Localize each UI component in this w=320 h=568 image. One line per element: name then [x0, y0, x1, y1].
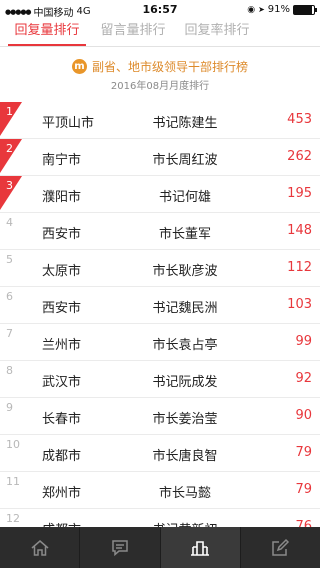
nav-home[interactable] [0, 527, 81, 568]
status-bar: ●●●●● 中国移动 4G 16:57 ◉ ➤ 91% [0, 0, 320, 20]
reply-count: 453 [287, 112, 312, 127]
lock-rotation-icon: ◉ [247, 4, 256, 15]
rank-number: 2 [6, 142, 13, 155]
rank-number: 11 [6, 475, 20, 488]
reply-count: 90 [295, 408, 312, 423]
ranking-row[interactable]: 4 西安市 市长董军 148 [0, 213, 320, 250]
header-title-row: m 副省、地市级领导干部排行榜 [0, 58, 320, 75]
rank-number: 5 [6, 253, 13, 266]
city-name: 长春市 [42, 412, 82, 427]
reply-count: 99 [295, 334, 312, 349]
official-name: 书记阮成发 [152, 375, 218, 390]
rank-number: 8 [6, 364, 13, 377]
city-name: 太原市 [42, 264, 82, 279]
city-name: 濮阳市 [42, 190, 82, 205]
rank-number: 7 [6, 327, 13, 340]
ranking-row[interactable]: 1 平顶山市 书记陈建生 453 [0, 102, 320, 139]
message-icon [112, 539, 128, 556]
city-name: 成都市 [42, 449, 82, 464]
official-name: 书记魏民洲 [152, 301, 218, 316]
nav-write[interactable] [241, 527, 320, 568]
ranking-row[interactable]: 2 南宁市 市长周红波 262 [0, 139, 320, 176]
battery-icon [293, 4, 317, 15]
rank-number: 3 [6, 179, 13, 192]
city-name: 西安市 [42, 301, 82, 316]
rank-number: 9 [6, 401, 13, 414]
page-subtitle: 2016年08月月度排行 [110, 81, 210, 92]
ranking-row[interactable]: 6 西安市 书记魏民洲 103 [0, 287, 320, 324]
battery-percent: 91% [267, 4, 290, 15]
ranking-list: 1 平顶山市 书记陈建生 453 2 南宁市 市长周红波 262 3 濮阳市 书记何雄 195 4 西安市… [0, 102, 320, 546]
rank-number: 4 [6, 216, 13, 229]
reply-count: 103 [287, 297, 312, 312]
reply-count: 112 [287, 260, 312, 275]
reply-count: 195 [287, 186, 312, 201]
tab-message-count[interactable]: 留言量排行 [96, 20, 170, 44]
official-name: 书记何雄 [158, 190, 211, 205]
page-title: 副省、地市级领导干部排行榜 [91, 60, 248, 74]
ranking-row[interactable]: 3 濮阳市 书记何雄 195 [0, 176, 320, 213]
rank-number: 12 [6, 512, 20, 525]
city-name: 西安市 [42, 227, 82, 242]
ranking-header: m 副省、地市级领导干部排行榜 2016年08月月度排行 [0, 58, 320, 92]
ranking-row[interactable]: 8 武汉市 书记阮成发 92 [0, 361, 320, 398]
rank-number: 1 [6, 105, 13, 118]
rank-number: 6 [6, 290, 13, 303]
city-name: 武汉市 [42, 375, 82, 390]
official-name: 市长袁占亭 [152, 338, 218, 353]
official-name: 市长耿彦波 [152, 264, 218, 279]
official-name: 书记陈建生 [152, 116, 218, 131]
rank-number: 10 [6, 438, 20, 451]
tab-reply-rate[interactable]: 回复率排行 [180, 20, 254, 44]
bottom-nav [0, 527, 320, 568]
official-name: 市长马懿 [158, 486, 211, 501]
nav-ranking[interactable] [160, 527, 241, 568]
reply-count: 79 [295, 445, 312, 460]
city-name: 南宁市 [42, 153, 82, 168]
reply-count: 262 [287, 149, 312, 164]
location-icon: ➤ [258, 5, 265, 14]
reply-count: 79 [295, 482, 312, 497]
reply-count: 92 [295, 371, 312, 386]
official-name: 市长董军 [158, 227, 211, 242]
city-name: 郑州市 [42, 486, 82, 501]
tab-reply-count[interactable]: 回复量排行 [8, 20, 86, 46]
battery-fill [294, 5, 313, 14]
ranking-tabs: 回复量排行 留言量排行 回复率排行 [0, 20, 320, 47]
edit-icon [272, 538, 290, 556]
official-name: 市长周红波 [152, 153, 218, 168]
official-name: 市长姜治莹 [152, 412, 218, 427]
logo-icon: m [71, 59, 87, 74]
ranking-row[interactable]: 5 太原市 市长耿彦波 112 [0, 250, 320, 287]
home-icon [31, 539, 49, 556]
ranking-row[interactable]: 11 郑州市 市长马懿 79 [0, 472, 320, 509]
reply-count: 148 [287, 223, 312, 238]
ranking-row[interactable]: 10 成都市 市长唐良智 79 [0, 435, 320, 472]
city-name: 兰州市 [42, 338, 82, 353]
ranking-row[interactable]: 7 兰州市 市长袁占亭 99 [0, 324, 320, 361]
city-name: 平顶山市 [42, 116, 95, 131]
ranking-row[interactable]: 9 长春市 市长姜治莹 90 [0, 398, 320, 435]
nav-messages[interactable] [80, 527, 161, 568]
ranking-icon [191, 540, 210, 556]
official-name: 市长唐良智 [152, 449, 218, 464]
status-right: ◉ ➤ 91% [247, 4, 317, 15]
